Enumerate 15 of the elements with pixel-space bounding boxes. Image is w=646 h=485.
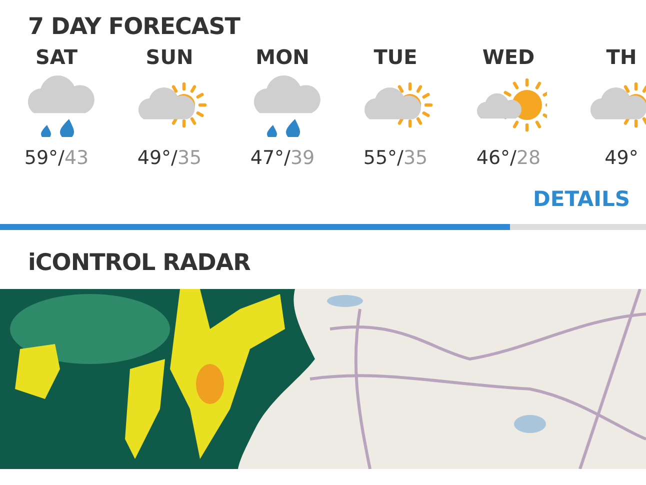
day-label: TH xyxy=(606,47,637,67)
day-label: SUN xyxy=(146,47,194,67)
temperature: 49°/35 xyxy=(137,149,202,168)
temperature: 47°/39 xyxy=(250,149,315,168)
temperature: 46°/28 xyxy=(476,149,541,168)
details-link[interactable]: DETAILS xyxy=(532,184,630,216)
day-label: MON xyxy=(256,47,310,67)
temperature: 49° xyxy=(604,149,638,168)
day-label: WED xyxy=(482,47,535,67)
temperature: 59°/43 xyxy=(24,149,89,168)
day-label: TUE xyxy=(374,47,418,67)
temperature: 55°/35 xyxy=(363,149,428,168)
day-label: SAT xyxy=(36,47,78,67)
section-title: 7 DAY FORECAST xyxy=(27,16,242,39)
section-title: iCONTROL RADAR xyxy=(27,248,252,278)
